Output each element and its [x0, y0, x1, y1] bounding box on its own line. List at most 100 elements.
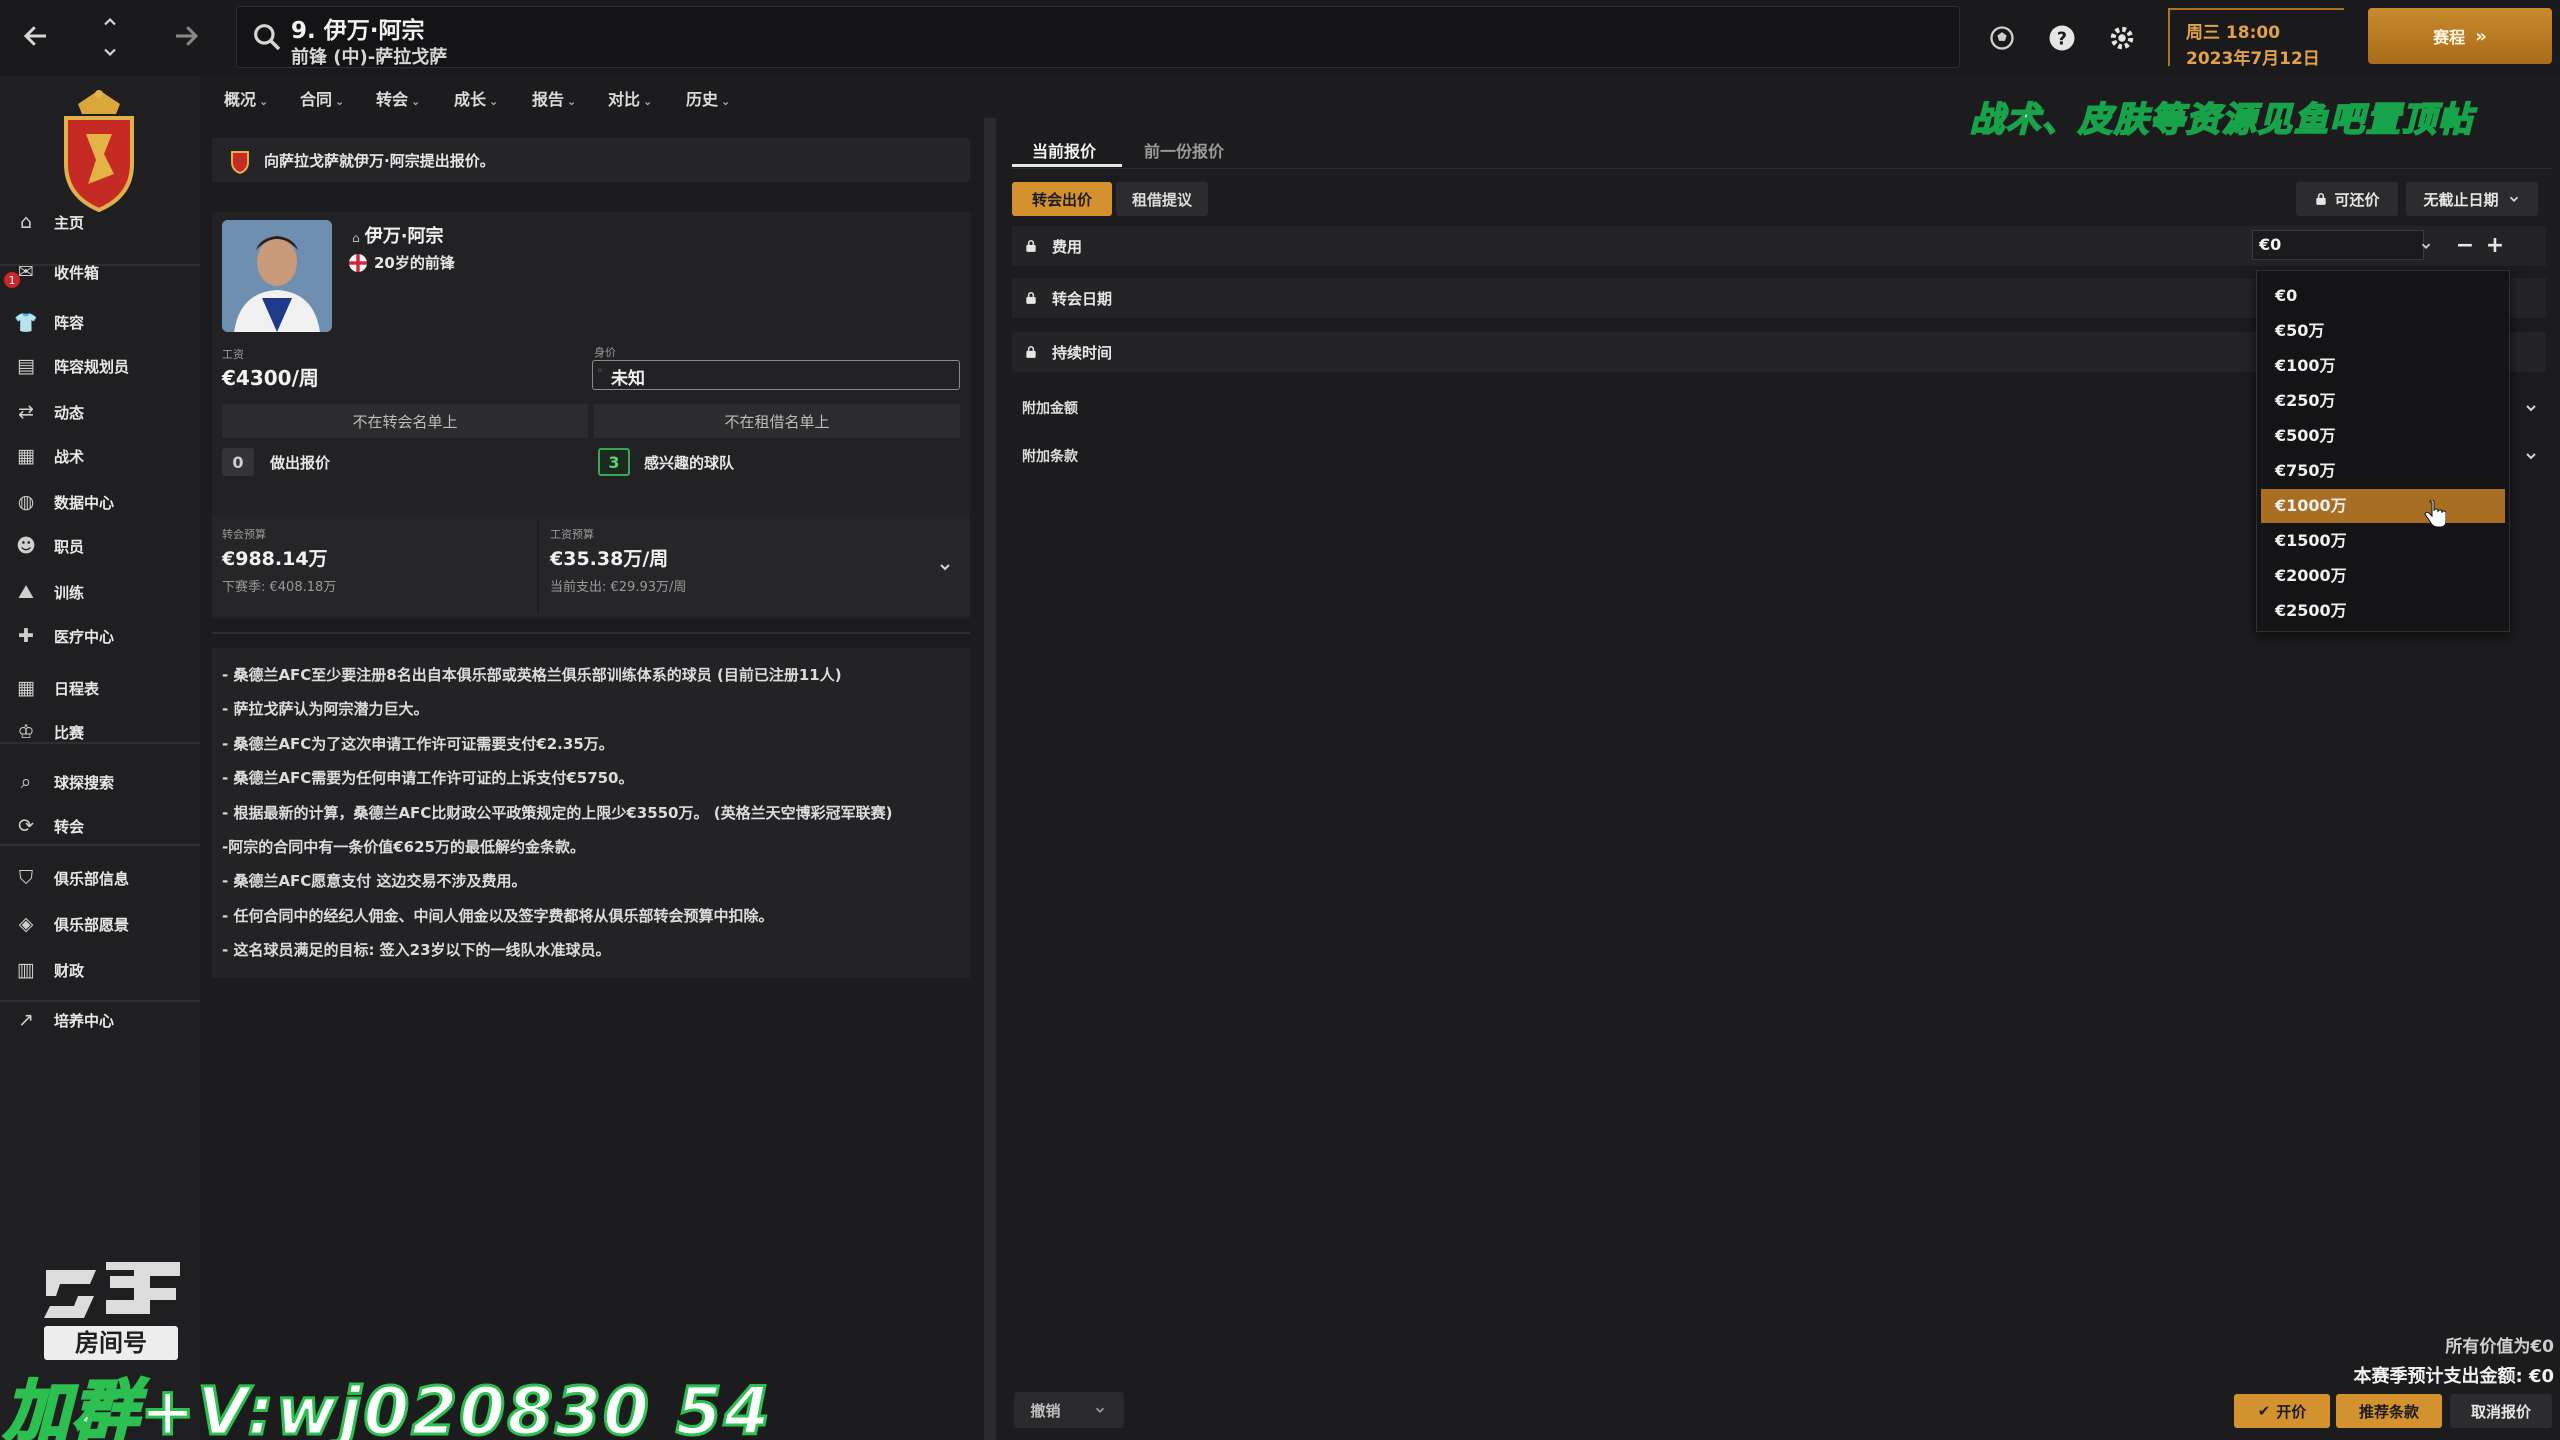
duration-label: 持续时间 [1052, 343, 1113, 362]
sidebar-item-label: 培养中心 [54, 1011, 115, 1030]
menu-item-4[interactable]: 报告 ⌄ [532, 86, 576, 110]
sidebar-item-1[interactable]: ✉ 收件箱 [0, 250, 200, 294]
chevron-down-icon [2526, 453, 2536, 460]
sidebar-item-4[interactable]: ⇄ 动态 [0, 390, 200, 434]
sidebar-item-10[interactable]: ▦ 日程表 [0, 666, 200, 710]
calendar-icon: ▦ [17, 677, 35, 699]
trophy-icon: ♔ [17, 721, 35, 743]
sidebar-item-12[interactable]: ⌕ 球探搜索 [0, 760, 200, 804]
fee-select[interactable]: €0 [2252, 230, 2431, 260]
sidebar-item-7[interactable]: ☻ 职员 [0, 524, 200, 568]
offer-note: - 萨拉戈萨认为阿宗潜力巨大。 [222, 700, 429, 719]
sidebar-item-14[interactable]: ⛉ 俱乐部信息 [0, 856, 200, 900]
fee-decrease-button[interactable]: − [2454, 230, 2476, 260]
search-bar[interactable]: 9. 伊万·阿宗 前锋 (中)-萨拉戈萨 [236, 6, 1960, 68]
menu-item-3[interactable]: 成长 ⌄ [454, 86, 498, 110]
settings-button[interactable] [2104, 20, 2140, 56]
chevron-up-icon[interactable] [100, 12, 120, 32]
fee-option[interactable]: €2500万 [2261, 594, 2505, 628]
medical-icon: ✚ [18, 625, 34, 647]
sidebar-item-15[interactable]: ◈ 俱乐部愿景 [0, 902, 200, 946]
menu-item-0[interactable]: 概况 ⌄ [224, 86, 268, 110]
offers-label: 做出报价 [270, 453, 331, 472]
clauses-expand[interactable] [2516, 441, 2546, 471]
fee-option[interactable]: €2000万 [2261, 559, 2505, 593]
chevron-down-icon [1096, 1407, 1105, 1413]
sidebar-item-label: 转会 [54, 817, 85, 836]
sidebar-item-2[interactable]: 👕 阵容 [0, 300, 200, 344]
menu-item-label: 概况 [224, 90, 257, 109]
football-icon [1990, 26, 2014, 50]
cancel-offer-button[interactable]: 取消报价 [2450, 1394, 2552, 1428]
sidebar-item-0[interactable]: ⌂ 主页 [0, 200, 200, 244]
fee-option[interactable]: €500万 [2261, 419, 2505, 453]
loan-offer-button[interactable]: 租借提议 [1116, 182, 1208, 216]
sidebar-item-9[interactable]: ✚ 医疗中心 [0, 614, 200, 658]
sidebar-item-17[interactable]: ↗ 培养中心 [0, 998, 200, 1042]
fee-option[interactable]: €750万 [2261, 454, 2505, 488]
sidebar-item-label: 阵容 [54, 313, 85, 332]
wage-label: 工资 [222, 348, 244, 361]
chevron-down-icon: ⌄ [335, 95, 345, 108]
fee-option[interactable]: €50万 [2261, 314, 2505, 348]
sidebar-item-16[interactable]: ▥ 财政 [0, 948, 200, 992]
chevron-down-icon[interactable] [100, 42, 120, 62]
menu-item-5[interactable]: 对比 ⌄ [608, 86, 652, 110]
sidebar-item-3[interactable]: ▤ 阵容规划员 [0, 344, 200, 388]
help-button[interactable]: ? [2044, 20, 2080, 56]
fee-increase-button[interactable]: + [2484, 230, 2506, 260]
make-offer-button[interactable]: ✔ 开价 [2234, 1394, 2330, 1428]
offer-note: - 桑德兰AFC为了这次申请工作许可证需要支付€2.35万。 [222, 734, 614, 753]
menu-item-1[interactable]: 合同 ⌄ [300, 86, 344, 110]
fee-option[interactable]: €100万 [2261, 349, 2505, 383]
negotiable-button[interactable]: 可还价 [2296, 182, 2398, 216]
fee-option[interactable]: €250万 [2261, 384, 2505, 418]
history-stepper[interactable] [90, 8, 130, 68]
sidebar-item-label: 球探搜索 [54, 773, 115, 792]
undo-button[interactable]: 撤销 [1014, 1392, 1124, 1428]
lock-icon [1026, 346, 1036, 358]
sidebar-item-5[interactable]: ▦ 战术 [0, 434, 200, 478]
transfer-offer-button[interactable]: 转会出价 [1012, 182, 1112, 216]
menu-item-label: 成长 [454, 90, 487, 109]
player-name: 伊万·阿宗 [364, 226, 444, 247]
watermark-banner: 战术、皮肤等资源见鱼吧置顶帖 [1969, 99, 2474, 141]
fee-option[interactable]: €1000万 [2261, 489, 2505, 523]
chevron-down-icon [940, 564, 950, 571]
arrow-left-icon [23, 26, 46, 46]
budget-separator [537, 520, 539, 612]
fee-option[interactable]: €1500万 [2261, 524, 2505, 558]
value-text: 未知 [611, 369, 645, 389]
sidebar-item-6[interactable]: ◍ 数据中心 [0, 480, 200, 524]
panel-splitter[interactable] [984, 118, 996, 1440]
sidebar-item-11[interactable]: ♔ 比赛 [0, 710, 200, 754]
chevron-down-icon: ⌄ [411, 95, 421, 108]
deadline-select[interactable]: 无截止日期 [2406, 182, 2538, 216]
sidebar-item-13[interactable]: ⟳ 转会 [0, 804, 200, 848]
continue-button[interactable]: 赛程 » [2368, 8, 2552, 64]
add-ons-expand[interactable] [2516, 393, 2546, 423]
sidebar-item-label: 动态 [54, 403, 85, 422]
summary-season-spend: 本赛季预计支出金额: €0 [2353, 1366, 2554, 1387]
fee-option[interactable]: €0 [2261, 279, 2505, 313]
loan-list-status[interactable]: 不在租借名单上 [594, 404, 960, 438]
sidebar-item-label: 俱乐部信息 [54, 869, 130, 888]
menu-item-6[interactable]: 历史 ⌄ [686, 86, 730, 110]
budget-expand-button[interactable] [930, 552, 960, 582]
transfer-budget-label: 转会预算 [222, 528, 266, 541]
transfer-list-status[interactable]: 不在转会名单上 [222, 404, 588, 438]
tab-current-offer[interactable]: 当前报价 [1032, 138, 1096, 162]
transfer-budget-next: 下赛季: €408.18万 [222, 580, 337, 595]
menu-item-2[interactable]: 转会 ⌄ [376, 86, 420, 110]
tab-previous-offer[interactable]: 前一份报价 [1144, 138, 1224, 162]
forward-button[interactable] [158, 8, 214, 64]
ball-button[interactable] [1984, 20, 2020, 56]
tabs-rule [1012, 168, 2552, 169]
sidebar-item-8[interactable]: ⛰ 训练 [0, 570, 200, 614]
interested-clubs[interactable]: 3 感兴趣的球队 [598, 448, 734, 476]
dynamics-icon: ⇄ [18, 401, 34, 423]
value-label: 身价 [594, 346, 616, 359]
suggest-terms-button[interactable]: 推荐条款 [2336, 1394, 2442, 1428]
date-day: 2023年7月12日 [2186, 49, 2320, 69]
back-button[interactable] [8, 8, 64, 64]
